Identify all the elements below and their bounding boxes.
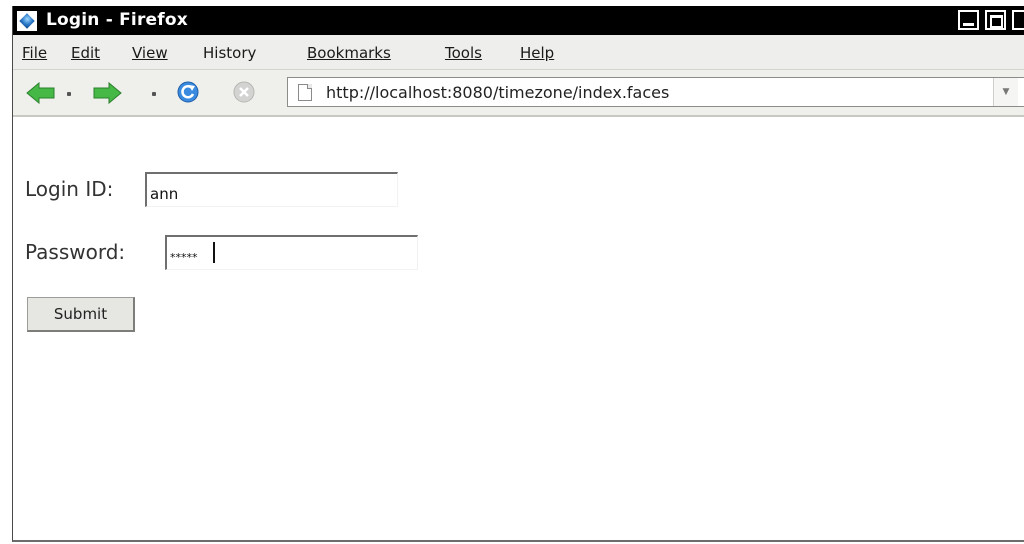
stop-icon[interactable]	[233, 81, 255, 103]
submit-button[interactable]: Submit	[27, 297, 135, 332]
back-history-dropdown-icon[interactable]	[67, 92, 71, 96]
menu-history-label: History	[203, 44, 257, 62]
menu-help[interactable]: Help	[520, 44, 554, 62]
menu-history[interactable]: History	[203, 44, 256, 62]
menu-bookmarks-label: Bookmarks	[307, 44, 391, 62]
menu-edit[interactable]: Edit	[71, 44, 100, 62]
close-icon[interactable]	[1012, 10, 1024, 30]
page-content: Login ID: Password: Submit	[13, 117, 1024, 540]
maximize-icon[interactable]	[985, 10, 1006, 30]
menu-tools[interactable]: Tools	[445, 44, 482, 62]
menu-file-label: File	[22, 44, 48, 62]
menu-file[interactable]: File	[22, 44, 47, 62]
login-id-label: Login ID:	[25, 177, 114, 201]
menu-view-label: View	[132, 44, 168, 62]
reload-icon[interactable]	[176, 80, 200, 104]
menu-bookmarks[interactable]: Bookmarks	[307, 44, 391, 62]
menu-edit-label: Edit	[71, 44, 101, 62]
login-id-input[interactable]	[145, 172, 398, 207]
navigation-toolbar: http://localhost:8080/timezone/index.fac…	[13, 70, 1024, 117]
menu-view[interactable]: View	[132, 44, 168, 62]
window-title: Login - Firefox	[46, 10, 188, 30]
browser-window: Login - Firefox File Edit View History B…	[12, 6, 1024, 542]
password-label: Password:	[25, 240, 126, 264]
url-text[interactable]: http://localhost:8080/timezone/index.fac…	[326, 83, 669, 102]
menu-tools-label: Tools	[445, 44, 482, 62]
page-icon	[298, 84, 312, 101]
back-arrow-icon[interactable]	[26, 82, 56, 104]
url-dropdown-icon[interactable]: ▼	[993, 78, 1018, 106]
forward-arrow-icon[interactable]	[92, 82, 122, 104]
title-bar[interactable]: Login - Firefox	[13, 6, 1024, 35]
menu-help-label: Help	[520, 44, 555, 62]
text-caret	[213, 242, 215, 263]
firefox-icon[interactable]	[17, 11, 37, 31]
minimize-icon[interactable]	[958, 10, 979, 30]
menu-bar: File Edit View History Bookmarks Tools H…	[13, 35, 1024, 70]
password-input[interactable]	[165, 235, 418, 270]
url-bar[interactable]: http://localhost:8080/timezone/index.fac…	[287, 77, 1024, 107]
forward-history-dropdown-icon[interactable]	[152, 92, 156, 96]
